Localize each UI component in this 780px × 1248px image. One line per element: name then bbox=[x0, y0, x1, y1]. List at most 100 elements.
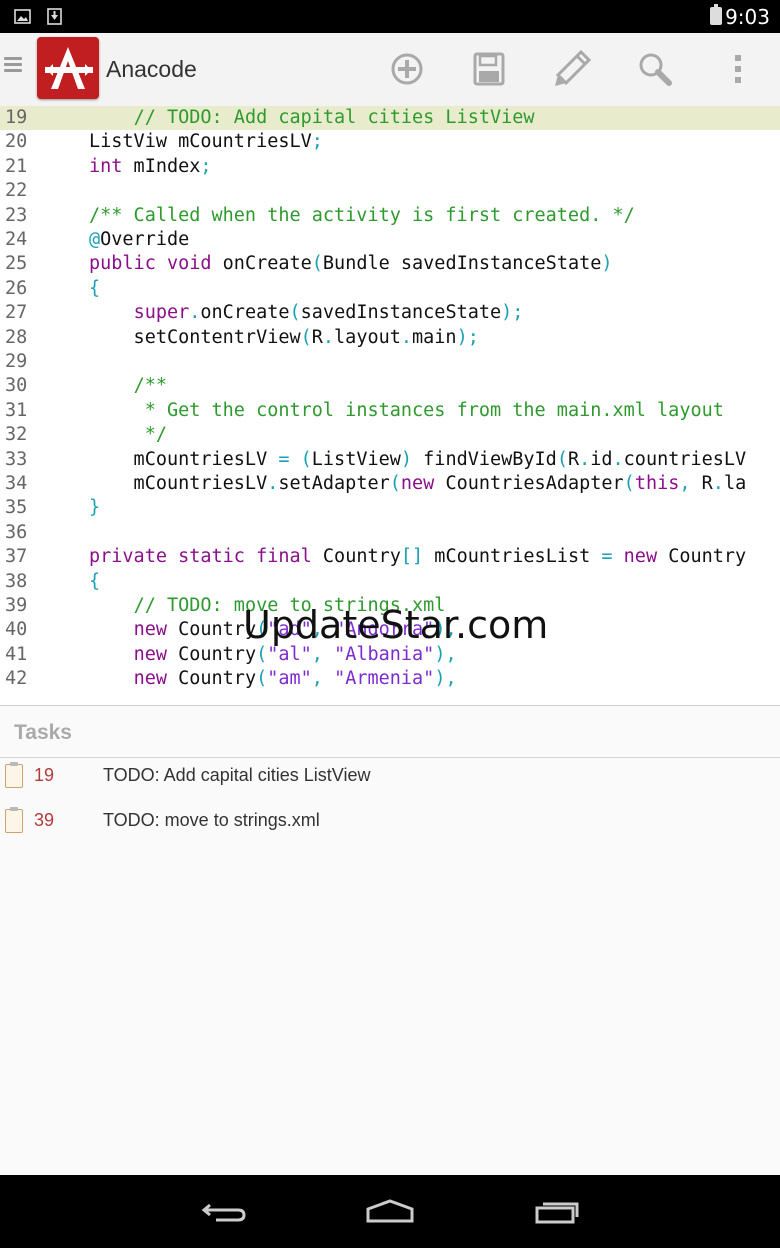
code-token: ), bbox=[434, 668, 457, 690]
line-number: 20 bbox=[5, 131, 28, 153]
code-token: . bbox=[612, 448, 624, 470]
code-token: int bbox=[89, 155, 123, 177]
gallery-notification-icon bbox=[14, 9, 31, 24]
code-line[interactable]: 38 { bbox=[0, 570, 780, 594]
code-line[interactable]: 19 // TODO: Add capital cities ListView bbox=[0, 106, 780, 131]
code-token: } bbox=[89, 497, 101, 519]
code-token: . bbox=[322, 326, 335, 348]
code-line[interactable]: 23 /** Called when the activity is first … bbox=[0, 204, 780, 228]
code-token: ; bbox=[311, 131, 323, 153]
code-token: { bbox=[89, 570, 101, 592]
code-token: setAdapter bbox=[278, 473, 390, 494]
app-logo[interactable] bbox=[37, 37, 99, 99]
code-token: Country bbox=[311, 546, 401, 568]
code-line[interactable]: 32 */ bbox=[0, 423, 780, 447]
code-token: . bbox=[267, 473, 279, 494]
code-token: new bbox=[133, 619, 167, 641]
code-token: ; bbox=[200, 155, 212, 177]
line-number: 23 bbox=[5, 204, 28, 226]
task-item[interactable]: 19 TODO: Add capital cities ListView bbox=[0, 761, 780, 805]
line-number: 35 bbox=[5, 497, 28, 519]
code-token: super bbox=[133, 302, 190, 324]
code-token: savedInstanceState bbox=[300, 302, 502, 324]
line-number: 34 bbox=[5, 473, 28, 494]
code-line[interactable]: 26 { bbox=[0, 277, 780, 301]
anacode-logo-icon bbox=[45, 47, 93, 89]
code-token: R bbox=[311, 326, 323, 348]
task-text: TODO: move to strings.xml bbox=[103, 810, 320, 830]
code-line[interactable]: 21 int mIndex; bbox=[0, 155, 780, 179]
code-line[interactable]: 34 mCountriesLV.setAdapter(new Countries… bbox=[0, 472, 780, 496]
back-icon[interactable] bbox=[194, 1195, 254, 1229]
code-token: id bbox=[590, 448, 613, 470]
line-number: 36 bbox=[5, 521, 28, 543]
code-token: Bundle savedInstanceState bbox=[322, 253, 602, 275]
code-token: , bbox=[679, 473, 691, 494]
code-line[interactable]: 33 mCountriesLV = (ListView) findViewByI… bbox=[0, 448, 780, 472]
code-token: mCountriesList bbox=[423, 546, 602, 568]
code-line[interactable]: 27 super.onCreate(savedInstanceState); bbox=[0, 301, 780, 325]
save-icon[interactable] bbox=[467, 47, 511, 91]
line-number: 19 bbox=[5, 107, 28, 128]
line-number: 29 bbox=[5, 351, 28, 372]
line-code: @Override bbox=[89, 228, 189, 252]
clock: 9:03 bbox=[725, 5, 770, 29]
code-token: ( bbox=[389, 473, 401, 494]
code-line[interactable]: 30 /** bbox=[0, 374, 780, 398]
code-token: mIndex bbox=[122, 155, 201, 177]
code-token: la bbox=[723, 473, 747, 494]
code-line[interactable]: 28 setContentrView(R.layout.main); bbox=[0, 326, 780, 350]
code-token: [] bbox=[400, 546, 424, 568]
line-code: // TODO: Add capital cities ListView bbox=[89, 106, 535, 130]
code-line[interactable]: 25 public void onCreate(Bundle savedInsta… bbox=[0, 252, 780, 276]
code-token: ( bbox=[289, 302, 301, 324]
code-token: mCountriesLV bbox=[89, 448, 279, 470]
home-icon[interactable] bbox=[360, 1195, 420, 1229]
code-token: findViewById bbox=[412, 448, 557, 470]
code-line[interactable]: 35} bbox=[0, 496, 780, 520]
code-token: { bbox=[89, 277, 101, 299]
code-line[interactable]: 22 bbox=[0, 179, 780, 203]
code-token: CountriesAdapter bbox=[434, 473, 624, 494]
code-token: onCreate bbox=[211, 253, 312, 275]
line-code: { bbox=[89, 277, 100, 301]
line-number: 33 bbox=[5, 448, 28, 470]
code-token: final bbox=[256, 546, 312, 568]
task-line-number: 19 bbox=[34, 765, 55, 785]
clipboard-icon bbox=[5, 807, 23, 833]
add-icon[interactable] bbox=[385, 47, 429, 91]
edit-icon[interactable] bbox=[550, 47, 594, 91]
line-code: } bbox=[89, 496, 100, 520]
code-token: = bbox=[601, 546, 613, 568]
code-line[interactable]: 37 private static final Country[] mCountr… bbox=[0, 545, 780, 569]
line-code: super.onCreate(savedInstanceState); bbox=[89, 301, 524, 325]
overflow-menu-icon[interactable] bbox=[716, 47, 760, 91]
line-code: mCountriesLV.setAdapter(new CountriesAda… bbox=[89, 472, 747, 496]
line-code: */ bbox=[89, 423, 167, 447]
recents-icon[interactable] bbox=[527, 1195, 587, 1229]
code-line[interactable]: 20 ListViw mCountriesLV; bbox=[0, 130, 780, 154]
code-token: R bbox=[567, 448, 580, 470]
drawer-icon[interactable] bbox=[4, 57, 22, 79]
search-icon[interactable] bbox=[633, 47, 677, 91]
code-line[interactable]: 24 @Override bbox=[0, 228, 780, 252]
code-line[interactable]: 29 bbox=[0, 350, 780, 374]
code-line[interactable]: 42 new Country("am", "Armenia"), bbox=[0, 667, 780, 691]
code-line[interactable]: 31 * Get the control instances from the … bbox=[0, 399, 780, 423]
line-code: setContentrView(R.layout.main); bbox=[89, 326, 479, 350]
line-number: 39 bbox=[5, 595, 28, 616]
task-item[interactable]: 39 TODO: move to strings.xml bbox=[0, 806, 780, 850]
download-notification-icon bbox=[47, 8, 62, 25]
line-number: 37 bbox=[5, 546, 28, 568]
code-token: Country bbox=[657, 546, 747, 568]
code-line[interactable]: 36 bbox=[0, 521, 780, 545]
code-token: Override bbox=[100, 229, 190, 250]
